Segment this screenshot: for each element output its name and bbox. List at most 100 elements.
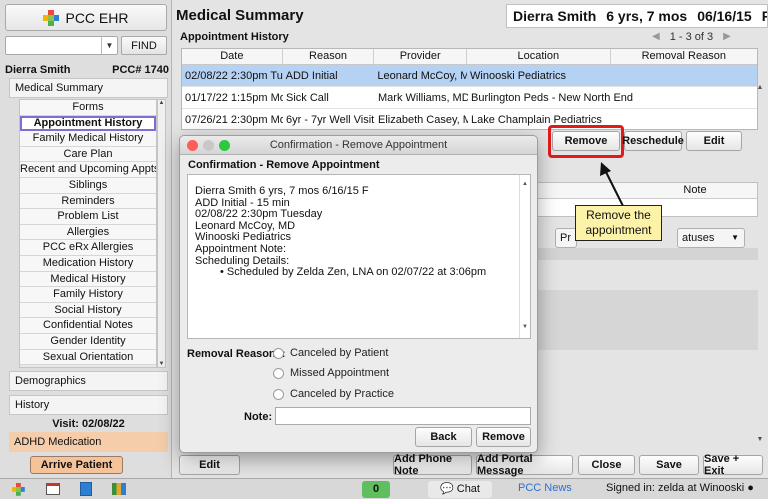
pcc-launcher-icon[interactable] <box>12 483 26 496</box>
scroll-up-icon[interactable]: ▲ <box>754 84 766 91</box>
nav-item[interactable]: Allergies <box>20 224 156 241</box>
nav-item[interactable]: Gender Identity <box>20 333 156 350</box>
scroll-up-icon[interactable]: ▲ <box>522 179 528 191</box>
confirmation-dialog: Confirmation - Remove Appointment Confir… <box>179 135 538 453</box>
pcc-news-link[interactable]: PCC News <box>518 482 572 494</box>
col-removal-reason[interactable]: Removal Reason <box>611 49 757 64</box>
status-button[interactable]: Pr <box>555 228 577 248</box>
table-row[interactable]: 02/08/22 2:30pm Tue ADD Initial Leonard … <box>182 65 757 87</box>
radio-label: Canceled by Practice <box>290 388 394 400</box>
col-reason[interactable]: Reason <box>283 49 375 64</box>
minimize-window-icon[interactable] <box>203 140 214 151</box>
zoom-window-icon[interactable] <box>219 140 230 151</box>
back-button[interactable]: Back <box>415 427 472 447</box>
status-dropdown[interactable]: atuses ▼ <box>677 228 745 248</box>
banner-dob: 06/16/15 <box>697 8 752 24</box>
nav-item[interactable]: Medication History <box>20 255 156 272</box>
nav-item[interactable]: Siblings <box>20 177 156 194</box>
save-exit-button[interactable]: Save + Exit <box>703 453 763 477</box>
chart-nav-list: Forms Appointment History Family Medical… <box>19 99 157 368</box>
banner-name: Dierra Smith <box>513 8 597 24</box>
detail-line: Appointment Note: <box>195 242 287 255</box>
appointment-table: Date Reason Provider Location Removal Re… <box>181 48 758 131</box>
radio-icon[interactable] <box>273 367 284 379</box>
nav-item[interactable]: Social History <box>20 302 156 319</box>
badge-count[interactable]: 0 <box>362 481 390 498</box>
scroll-up-icon[interactable]: ▲ <box>158 100 165 106</box>
nav-scrollbar[interactable]: ▲ ▼ <box>157 99 166 368</box>
taskbar: 0 💬 Chat PCC News Signed in: zelda at Wi… <box>0 478 768 499</box>
details-scrollbar[interactable]: ▲ ▼ <box>519 175 530 338</box>
next-page-icon[interactable]: ▶ <box>723 31 731 43</box>
close-window-icon[interactable] <box>187 140 198 151</box>
nav-item[interactable]: Forms <box>20 100 156 116</box>
table-row[interactable]: 07/26/21 2:30pm Mon 6yr - 7yr Well Visit… <box>182 109 757 131</box>
cell-date: 07/26/21 2:30pm Mon <box>185 113 283 126</box>
nav-item[interactable]: Medical History <box>20 271 156 288</box>
reason-radio-canceled-by-practice[interactable]: Canceled by Practice <box>273 388 394 400</box>
col-location[interactable]: Location <box>467 49 611 64</box>
nav-item[interactable]: Family History <box>20 287 156 303</box>
gray-area <box>532 290 758 350</box>
col-date[interactable]: Date <box>182 49 283 64</box>
cell-location: Lake Champlain Pediatrics <box>471 113 602 126</box>
add-portal-message-button[interactable]: Add Portal Message <box>476 453 573 477</box>
save-button[interactable]: Save <box>639 455 699 475</box>
dialog-remove-button[interactable]: Remove <box>476 427 531 447</box>
add-phone-note-button[interactable]: Add Phone Note <box>393 453 472 477</box>
banner-age: 6 yrs, 7 mos <box>606 8 688 24</box>
pcc-ehr-logo-button[interactable]: PCC EHR <box>5 4 167 31</box>
cell-provider: Leonard McCoy, MD <box>377 69 468 82</box>
signed-in-status: Signed in: zelda at Winooski ● <box>606 482 754 494</box>
radio-icon[interactable] <box>273 347 284 359</box>
pager: ◀ 1 - 3 of 3 ▶ <box>652 31 731 43</box>
radio-icon[interactable] <box>273 388 284 400</box>
patient-id: PCC# 1740 <box>112 64 169 76</box>
nav-item-active[interactable]: Appointment History <box>20 115 156 132</box>
gray-strip <box>532 248 758 260</box>
table-row[interactable]: 01/17/22 1:15pm Mon Sick Call Mark Willi… <box>182 87 757 109</box>
nav-item[interactable]: Reminders <box>20 193 156 210</box>
nav-item[interactable]: Sexual Orientation <box>20 349 156 366</box>
demographics-section[interactable]: Demographics <box>9 371 168 391</box>
arrive-patient-button[interactable]: Arrive Patient <box>30 456 123 474</box>
history-section[interactable]: History <box>9 395 168 415</box>
scroll-down-icon[interactable]: ▼ <box>754 436 766 443</box>
banner-sex: F <box>762 8 767 24</box>
nav-item[interactable]: Problem List <box>20 209 156 225</box>
find-button[interactable]: FIND <box>121 36 167 55</box>
prev-page-icon[interactable]: ◀ <box>652 31 660 43</box>
page-title: Medical Summary <box>176 7 304 24</box>
chevron-down-icon[interactable]: ▼ <box>101 37 117 54</box>
note-input[interactable] <box>275 407 531 425</box>
cell-provider: Elizabeth Casey, MD <box>378 113 468 126</box>
nav-item[interactable]: Care Plan <box>20 146 156 163</box>
scroll-down-icon[interactable]: ▼ <box>158 361 165 367</box>
scroll-down-icon[interactable]: ▼ <box>522 322 528 334</box>
patient-search-dropdown[interactable]: ▼ <box>5 36 118 55</box>
medical-summary-section[interactable]: Medical Summary <box>9 78 168 98</box>
calendar-icon[interactable] <box>46 483 60 495</box>
document-icon[interactable] <box>80 482 92 496</box>
col-provider[interactable]: Provider <box>374 49 468 64</box>
cell-location: Winooski Pediatrics <box>470 69 567 82</box>
reschedule-button[interactable]: Reschedule <box>622 131 684 151</box>
pager-count: 1 - 3 of 3 <box>669 31 714 43</box>
dialog-titlebar[interactable]: Confirmation - Remove Appointment <box>180 136 537 155</box>
chart-icon[interactable] <box>112 483 126 495</box>
edit-appointment-button[interactable]: Edit <box>686 131 742 151</box>
adhd-medication-item[interactable]: ADHD Medication <box>9 432 168 452</box>
edit-button[interactable]: Edit <box>179 455 240 475</box>
close-button[interactable]: Close <box>578 455 635 475</box>
nav-item[interactable]: Confidential Notes <box>20 318 156 334</box>
reason-radio-canceled-by-patient[interactable]: Canceled by Patient <box>273 347 388 359</box>
nav-item[interactable]: PCC eRx Allergies <box>20 240 156 256</box>
chat-button[interactable]: 💬 Chat <box>428 481 492 498</box>
radio-label: Missed Appointment <box>290 367 390 379</box>
note-label: Note: <box>244 411 273 423</box>
nav-item[interactable]: Family Medical History <box>20 131 156 147</box>
logo-text: PCC EHR <box>65 9 129 26</box>
nav-item[interactable]: Recent and Upcoming Appts <box>20 162 156 178</box>
reason-radio-missed-appointment[interactable]: Missed Appointment <box>273 367 389 379</box>
remove-highlight-box <box>548 125 624 158</box>
